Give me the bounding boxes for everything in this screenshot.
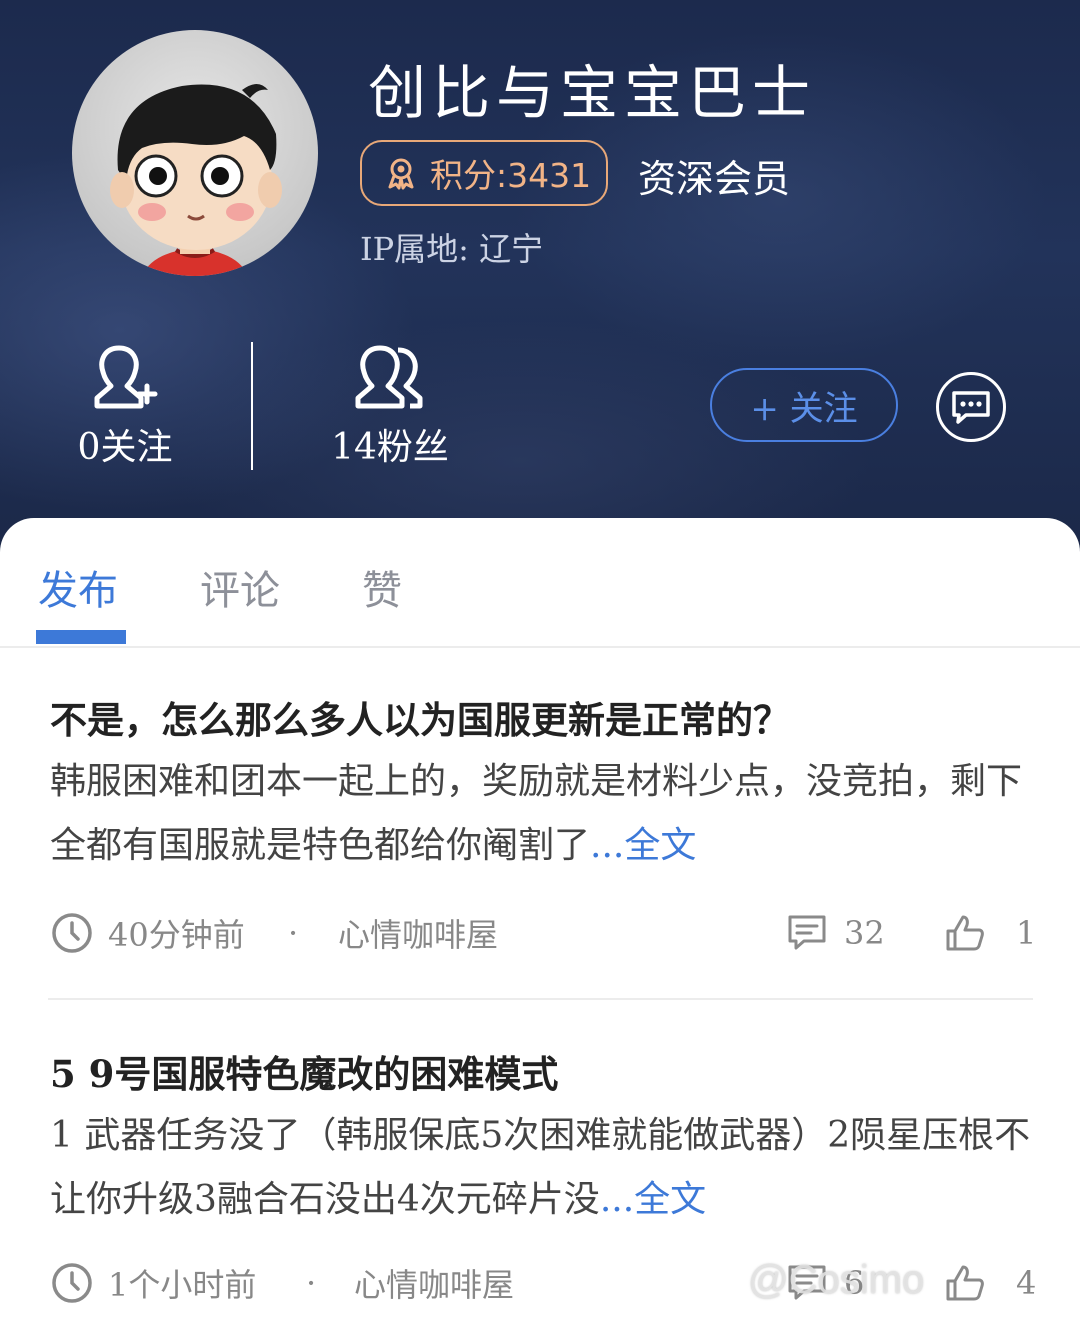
stat-divider <box>251 342 253 470</box>
post-board[interactable]: 心情咖啡屋 <box>354 1258 514 1308</box>
post-title[interactable]: 不是，怎么那么多人以为国服更新是正常的？ <box>50 690 1035 744</box>
post-board[interactable]: 心情咖啡屋 <box>338 908 498 958</box>
post-likes[interactable]: 4 <box>944 1258 1036 1308</box>
content-card: 发布 评论 赞 不是，怎么那么多人以为国服更新是正常的？ 韩服困难和团本一起上的… <box>0 518 1080 1330</box>
post-time-text: 40分钟前 <box>108 916 245 954</box>
clock-icon <box>52 1263 92 1303</box>
thumbs-up-icon <box>946 1265 984 1301</box>
comment-icon <box>788 915 826 950</box>
post-time-text: 1个小时前 <box>108 1266 257 1304</box>
post-excerpt: 1 武器任务没了（韩服保底5次困难就能做武器）2陨星压根不让你升级3融合石没出4… <box>50 1115 1031 1220</box>
read-more-link[interactable]: ...全文 <box>600 1179 706 1220</box>
tab-posts[interactable]: 发布 <box>38 558 118 616</box>
following-count: 0关注 <box>77 427 173 468</box>
post-meta: 40分钟前 · 心情咖啡屋 32 1 <box>50 908 1036 958</box>
chat-bubble-icon <box>952 391 990 424</box>
ip-location: IP属地: 辽宁 <box>360 230 544 268</box>
meta-dot: · <box>306 1264 317 1302</box>
avatar[interactable] <box>72 30 318 276</box>
username: 创比与宝宝巴士 <box>368 59 817 127</box>
clock-icon <box>52 913 92 953</box>
thumbs-up-icon <box>946 915 984 951</box>
comment-count: 32 <box>844 914 885 952</box>
medal-icon <box>388 158 414 190</box>
post-divider <box>48 998 1033 1000</box>
post-title[interactable]: 5 9号国服特色魔改的困难模式 <box>50 1044 1035 1098</box>
post-body: 韩服困难和团本一起上的，奖励就是材料少点，没竞拍，剩下全都有国服就是特色都给你阉… <box>50 750 1035 878</box>
tab-comments[interactable]: 评论 <box>200 558 280 616</box>
post-time: 40分钟前 <box>50 908 245 958</box>
post-excerpt: 韩服困难和团本一起上的，奖励就是材料少点，没竞拍，剩下全都有国服就是特色都给你阉… <box>50 761 1023 866</box>
member-level: 资深会员 <box>638 157 791 201</box>
like-count: 1 <box>1016 914 1037 952</box>
post-likes[interactable]: 1 <box>944 908 1036 958</box>
tab-likes[interactable]: 赞 <box>362 558 402 616</box>
person-add-icon <box>94 345 158 409</box>
read-more-link[interactable]: ...全文 <box>590 825 696 866</box>
profile-header: 创比与宝宝巴士 积分:3431 资深会员 IP属地: 辽宁 0关注 14粉丝 +… <box>0 0 1080 560</box>
follow-button[interactable]: + 关注 <box>710 368 898 442</box>
post-comments[interactable]: 32 <box>786 908 885 958</box>
points-badge[interactable]: 积分:3431 <box>360 140 608 206</box>
message-button[interactable] <box>936 372 1006 442</box>
points-value: 积分:3431 <box>430 156 592 195</box>
post-time: 1个小时前 <box>50 1258 256 1308</box>
people-icon <box>355 345 423 409</box>
following-stat[interactable]: 0关注 <box>60 342 190 470</box>
post-body: 1 武器任务没了（韩服保底5次困难就能做武器）2陨星压根不让你升级3融合石没出4… <box>50 1104 1035 1232</box>
like-count: 4 <box>1016 1264 1037 1302</box>
tab-bar: 发布 评论 赞 <box>0 518 1080 648</box>
meta-dot: · <box>288 914 299 952</box>
avatar-illustration <box>110 84 282 276</box>
fans-stat[interactable]: 14粉丝 <box>320 342 460 470</box>
active-tab-indicator <box>36 630 126 644</box>
watermark: @Cosimo <box>748 1258 925 1302</box>
post-item[interactable]: 不是，怎么那么多人以为国服更新是正常的？ 韩服困难和团本一起上的，奖励就是材料少… <box>50 690 1036 1000</box>
fans-count: 14粉丝 <box>331 427 449 468</box>
